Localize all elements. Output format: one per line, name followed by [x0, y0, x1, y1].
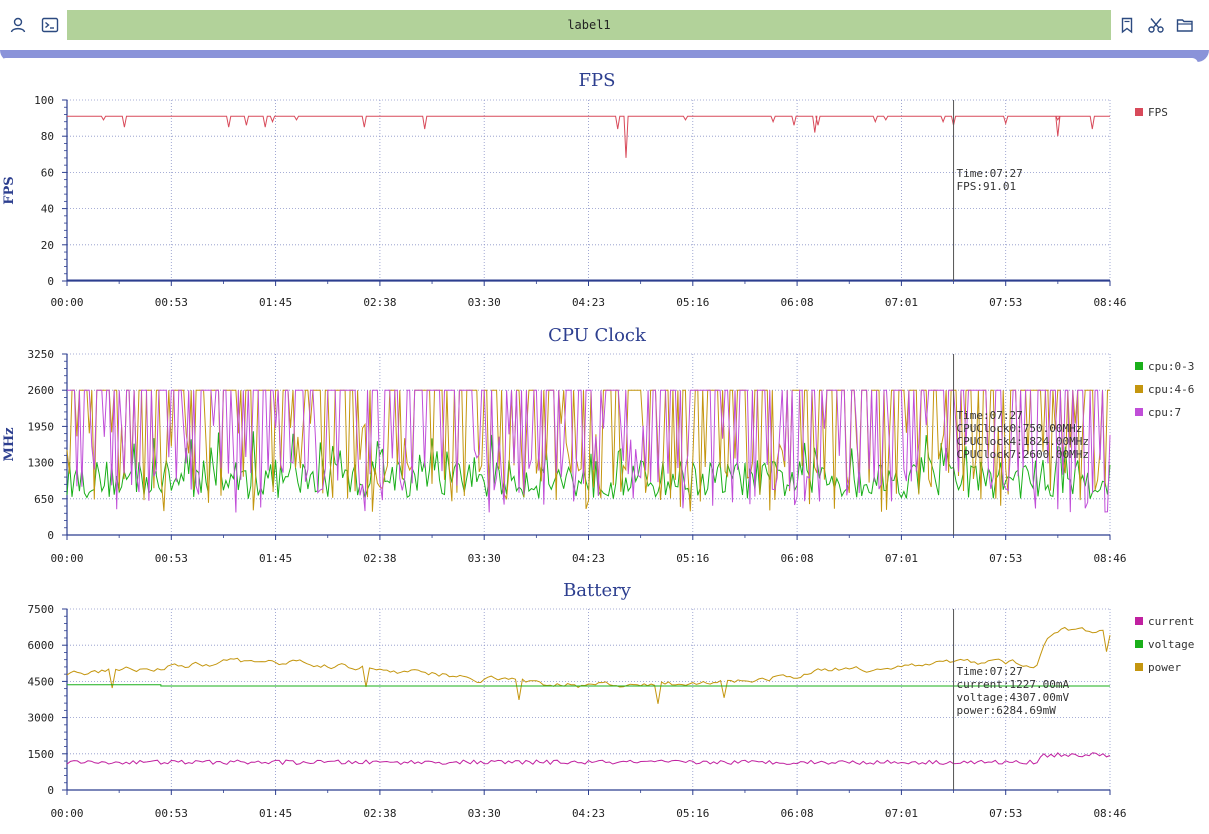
x-tick-label: 05:16 [676, 807, 709, 820]
y-tick-label: 100 [34, 94, 54, 107]
y-axis-label: MHz [2, 427, 17, 461]
x-tick-label: 07:53 [989, 552, 1022, 565]
y-tick-label: 20 [41, 239, 54, 252]
charts-area: FPSFPS02040608010000:00 00:53 01:45 02:38 03… [2, 70, 1195, 820]
x-tick-label: 03:30 [468, 296, 501, 309]
tooltip-line: voltage:4307.00mV [957, 691, 1070, 704]
tooltip-line: Time:07:27 [957, 167, 1023, 180]
x-tick-label: 08:46 [1093, 552, 1126, 565]
legend-swatch [1135, 663, 1143, 671]
tooltip-line: FPS:91.01 [957, 180, 1017, 193]
chart-0: FPS FPS 0 20 40 60 80 100 00:00 00:53 01:45 02:38 03… [2, 70, 1168, 309]
x-tick-label: 03:30 [468, 807, 501, 820]
legend-label: cpu:7 [1148, 406, 1181, 419]
folder-icon[interactable] [1172, 12, 1198, 38]
x-tick-label: 07:01 [885, 296, 918, 309]
x-tick-label: 08:46 [1093, 296, 1126, 309]
chart-title: CPU Clock [548, 325, 647, 346]
y-tick-label: 650 [34, 493, 54, 506]
y-tick-label: 40 [41, 203, 54, 216]
x-tick-label: 04:23 [572, 296, 605, 309]
y-tick-label: 1300 [28, 457, 55, 470]
tooltip-line: Time:07:27 [957, 409, 1023, 422]
y-tick-label: 60 [41, 166, 54, 179]
chart-title: FPS [579, 70, 616, 91]
chart-title: Battery [563, 580, 632, 601]
x-tick-label: 02:38 [363, 807, 396, 820]
label-bar: label1 [67, 10, 1111, 40]
tooltip-line: CPUClock0:750.00MHz [957, 422, 1083, 435]
scissors-icon[interactable] [1143, 12, 1169, 38]
legend-label: cpu:0-3 [1148, 360, 1194, 373]
y-tick-label: 0 [47, 275, 54, 288]
x-tick-label: 04:23 [572, 807, 605, 820]
x-tick-label: 06:08 [781, 296, 814, 309]
user-icon[interactable] [5, 12, 31, 38]
x-tick-label: 08:46 [1093, 807, 1126, 820]
x-tick-label: 06:08 [781, 807, 814, 820]
y-tick-label: 2600 [28, 384, 55, 397]
x-tick-label: 05:16 [676, 552, 709, 565]
y-tick-label: 6000 [28, 639, 55, 652]
x-tick-label: 04:23 [572, 552, 605, 565]
y-tick-label: 80 [41, 130, 54, 143]
tooltip-line: current:1227.00mA [957, 678, 1070, 691]
legend-label: FPS [1148, 106, 1168, 119]
x-tick-label: 07:01 [885, 552, 918, 565]
legend-label: cpu:4-6 [1148, 383, 1194, 396]
y-axis-label: FPS [2, 176, 17, 204]
x-tick-label: 01:45 [259, 296, 292, 309]
y-tick-label: 3250 [28, 348, 55, 361]
tooltip-line: CPUClock7:2600.00MHz [957, 448, 1089, 461]
x-tick-label: 00:53 [155, 552, 188, 565]
x-tick-label: 00:00 [50, 807, 83, 820]
bookmark-icon[interactable] [1114, 12, 1140, 38]
x-tick-label: 00:00 [50, 552, 83, 565]
y-tick-label: 1500 [28, 748, 55, 761]
x-tick-label: 05:16 [676, 296, 709, 309]
legend-label: voltage [1148, 638, 1194, 651]
legend-swatch [1135, 362, 1143, 370]
legend-swatch [1135, 385, 1143, 393]
terminal-icon[interactable] [37, 12, 63, 38]
legend-label: current [1148, 615, 1194, 628]
chart-2: Battery 0 1500 3000 4500 6000 7500 00:00 00:53 01… [28, 580, 1195, 820]
y-tick-label: 4500 [28, 675, 55, 688]
chart-1: CPU Clock MHz 0 650 1300 1950 2600 3250 00:00 00:… [2, 325, 1194, 565]
tooltip-line: power:6284.69mW [957, 704, 1057, 717]
x-tick-label: 07:53 [989, 296, 1022, 309]
y-tick-label: 7500 [28, 603, 55, 616]
x-tick-label: 02:38 [363, 296, 396, 309]
x-tick-label: 00:00 [50, 296, 83, 309]
x-tick-label: 07:01 [885, 807, 918, 820]
x-tick-label: 03:30 [468, 552, 501, 565]
legend-swatch [1135, 617, 1143, 625]
x-tick-label: 00:53 [155, 296, 188, 309]
x-tick-label: 06:08 [781, 552, 814, 565]
legend-swatch [1135, 640, 1143, 648]
y-tick-label: 3000 [28, 712, 55, 725]
tooltip-line: CPUClock4:1824.00MHz [957, 435, 1089, 448]
legend-swatch [1135, 408, 1143, 416]
x-tick-label: 01:45 [259, 807, 292, 820]
legend-swatch [1135, 108, 1143, 116]
toolbar: label1 [0, 0, 1209, 50]
label-text: label1 [567, 18, 611, 32]
y-tick-label: 0 [47, 529, 54, 542]
x-tick-label: 02:38 [363, 552, 396, 565]
y-tick-label: 1950 [28, 420, 55, 433]
y-tick-label: 0 [47, 784, 54, 797]
tooltip-line: Time:07:27 [957, 665, 1023, 678]
x-tick-label: 00:53 [155, 807, 188, 820]
x-tick-label: 07:53 [989, 807, 1022, 820]
legend-label: power [1148, 661, 1181, 674]
x-tick-label: 01:45 [259, 552, 292, 565]
